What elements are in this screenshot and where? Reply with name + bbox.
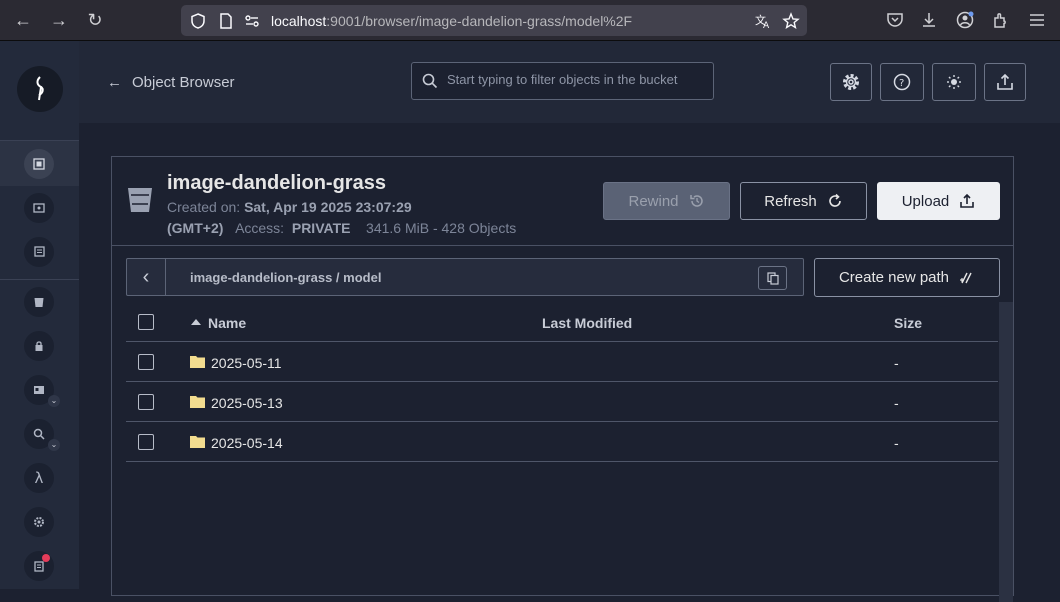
bucket-summary: image-dandelion-grass Created on: Sat, A… [112, 157, 1013, 246]
row-checkbox[interactable] [138, 434, 154, 450]
object-size: - [894, 435, 899, 451]
shield-icon[interactable] [189, 12, 207, 30]
copy-icon [766, 271, 779, 285]
upload-button[interactable]: Upload [877, 182, 1000, 220]
bookmark-star-icon[interactable] [782, 12, 800, 30]
refresh-button[interactable]: Refresh [740, 182, 867, 220]
column-header-last-modified[interactable]: Last Modified [542, 315, 632, 331]
license-icon[interactable] [24, 551, 54, 581]
object-name: 2025-05-11 [211, 355, 282, 371]
rewind-history-icon [689, 195, 703, 207]
column-header-size[interactable]: Size [894, 315, 922, 331]
column-header-name[interactable]: Name [208, 315, 246, 331]
search-box[interactable] [411, 62, 714, 100]
bucket-name: image-dandelion-grass [167, 172, 386, 194]
bucket-icon [128, 188, 152, 212]
back-link-label: Object Browser [132, 74, 235, 91]
address-bar[interactable]: localhost:9001/browser/image-dandelion-g… [181, 5, 807, 36]
reload-icon[interactable]: ↻ [83, 9, 107, 31]
refresh-icon [828, 193, 841, 207]
minio-logo-icon[interactable] [17, 66, 63, 112]
row-checkbox[interactable] [138, 394, 154, 410]
table-row[interactable]: 2025-05-14 - [126, 422, 998, 462]
create-path-label: Create new path [838, 269, 950, 286]
sidebar: ⌄ ⌄ λ [0, 41, 79, 589]
account-icon[interactable] [955, 10, 975, 30]
permissions-icon[interactable] [243, 12, 261, 30]
back-to-object-browser-link[interactable]: ← Object Browser [107, 74, 235, 91]
svg-text:A: A [763, 21, 770, 30]
buckets-icon[interactable] [24, 287, 54, 317]
notification-badge [42, 554, 50, 562]
policies-icon[interactable] [24, 331, 54, 361]
upload-header-button[interactable] [984, 63, 1026, 101]
chevron-down-icon[interactable]: ⌄ [48, 439, 60, 451]
download-icon[interactable] [919, 10, 939, 30]
folder-icon [190, 356, 205, 368]
upload-icon [960, 193, 975, 208]
bucket-details: (GMT+2) Access: PRIVATE 341.6 MiB - 428 … [167, 220, 517, 236]
select-all-checkbox[interactable] [138, 314, 154, 330]
svg-text:?: ? [899, 78, 904, 89]
object-name: 2025-05-13 [211, 395, 283, 411]
folder-icon [190, 436, 205, 448]
object-size: - [894, 395, 899, 411]
new-path-icon [960, 272, 972, 283]
documentation-icon[interactable] [24, 237, 54, 267]
table-row[interactable]: 2025-05-11 - [126, 342, 998, 382]
create-new-path-button[interactable]: Create new path [814, 258, 1000, 297]
chevron-left-icon: ‹ [142, 265, 150, 288]
table-header-row: Name Last Modified Size [126, 302, 998, 342]
settings-gear-icon[interactable] [24, 507, 54, 537]
search-icon [422, 73, 438, 89]
refresh-label: Refresh [764, 192, 817, 210]
upload-tray-icon [997, 73, 1013, 90]
copy-path-button[interactable] [758, 266, 787, 290]
table-row[interactable]: 2025-05-13 - [126, 382, 998, 422]
access-keys-icon[interactable] [24, 193, 54, 223]
menu-icon[interactable] [1027, 10, 1047, 30]
object-browser-icon[interactable] [24, 149, 54, 179]
object-name: 2025-05-14 [211, 435, 283, 451]
back-arrow-icon[interactable]: ← [11, 9, 35, 31]
url-text: localhost:9001/browser/image-dandelion-g… [271, 13, 633, 29]
browser-toolbar: ← → ↻ localhost:9001/browser/image-dande… [0, 0, 1060, 41]
breadcrumb-path[interactable]: image-dandelion-grass / model [190, 270, 381, 285]
settings-button[interactable] [830, 63, 872, 101]
rewind-button[interactable]: Rewind [603, 182, 730, 220]
page-icon[interactable] [217, 12, 235, 30]
rewind-label: Rewind [628, 192, 679, 210]
sort-ascending-icon[interactable] [191, 319, 201, 325]
help-button[interactable]: ? [880, 63, 924, 101]
row-checkbox[interactable] [138, 354, 154, 370]
bucket-created: Created on: Sat, Apr 19 2025 23:07:29 [167, 199, 412, 215]
table-scrollbar[interactable] [999, 302, 1013, 602]
breadcrumb-back-button[interactable]: ‹ [127, 259, 166, 295]
chevron-down-icon[interactable]: ⌄ [48, 395, 60, 407]
events-lambda-icon[interactable]: λ [24, 463, 54, 493]
back-arrow-icon: ← [107, 74, 122, 91]
bucket-panel: image-dandelion-grass Created on: Sat, A… [111, 156, 1014, 602]
upload-label: Upload [901, 192, 950, 210]
extensions-icon[interactable] [991, 10, 1011, 30]
theme-toggle-button[interactable] [932, 63, 976, 101]
page-header: ← Object Browser ? [79, 41, 1060, 123]
folder-icon [190, 396, 205, 408]
gear-icon [843, 74, 859, 90]
help-question-icon: ? [893, 73, 911, 91]
translate-icon[interactable]: 文A [754, 12, 772, 30]
sun-icon [947, 75, 961, 89]
search-input[interactable] [447, 72, 699, 87]
breadcrumb: ‹ image-dandelion-grass / model [126, 258, 804, 296]
forward-arrow-icon[interactable]: → [47, 9, 71, 31]
object-size: - [894, 355, 899, 371]
pocket-icon[interactable] [885, 10, 905, 30]
